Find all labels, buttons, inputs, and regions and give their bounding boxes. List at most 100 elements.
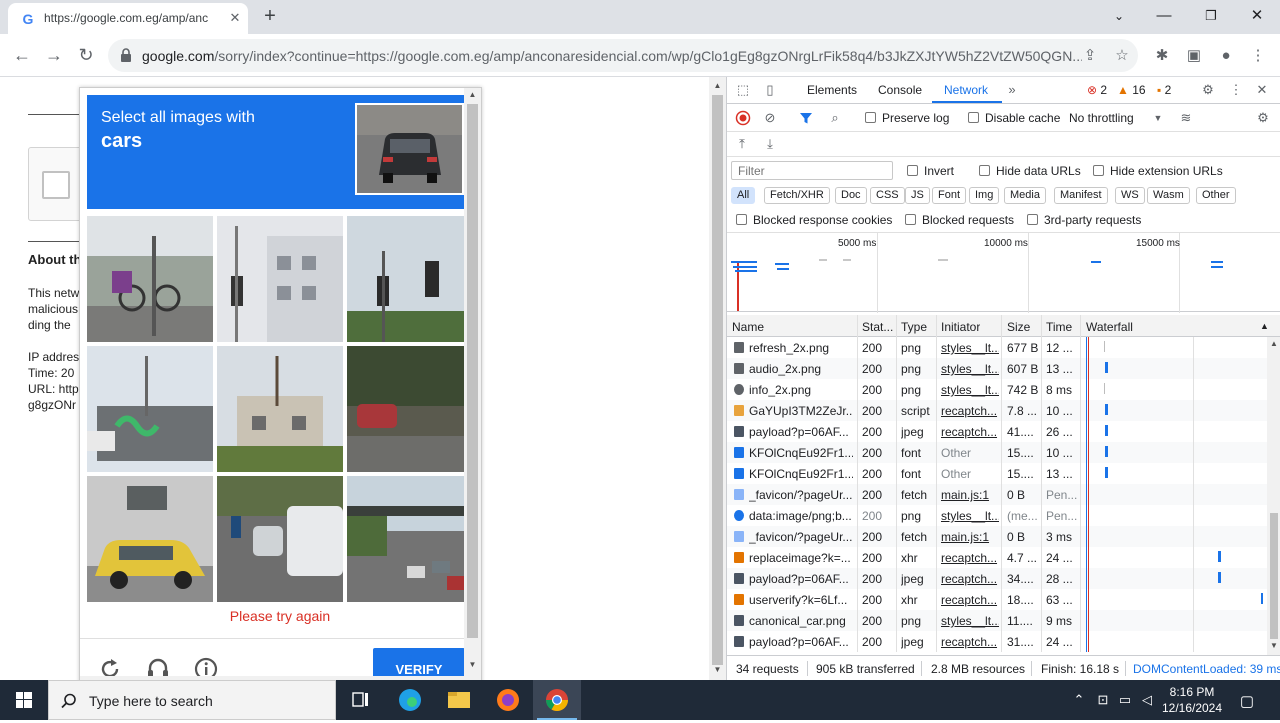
cell-initiator[interactable]: styles__lt... (941, 341, 999, 355)
cell-initiator[interactable]: recaptch... (941, 404, 999, 418)
throttling-select[interactable]: No throttling (1069, 111, 1134, 125)
table-row[interactable]: canonical_car.png 200 png styles__lt... 11..… (727, 610, 1267, 631)
cell-initiator[interactable]: recaptch... (941, 593, 999, 607)
devtools-menu-icon[interactable]: ⋮ (1227, 81, 1245, 99)
task-view-icon[interactable] (336, 680, 384, 720)
challenge-scrollbar[interactable]: ▲ ▼ (464, 88, 481, 683)
type-filter-img[interactable]: Img (969, 187, 1000, 204)
table-row[interactable]: replaceimage?k=... 200 xhr recaptch... 4.7 .… (727, 547, 1267, 568)
table-row[interactable]: refresh_2x.png 200 png styles__lt... 677 B 12… (727, 337, 1267, 358)
cell-initiator[interactable]: styles__lt... (941, 383, 999, 397)
scroll-up-arrow-icon[interactable]: ▲ (1267, 337, 1280, 351)
scrollbar-thumb[interactable] (1270, 513, 1278, 639)
network-overview-timeline[interactable]: 5000 ms 10000 ms 15000 ms (727, 232, 1280, 313)
type-filter-manifest[interactable]: Manifest (1054, 187, 1108, 204)
side-panel-icon[interactable]: ▣ (1184, 46, 1204, 66)
scroll-up-arrow-icon[interactable]: ▲ (464, 88, 481, 102)
column-name[interactable]: Name (732, 320, 764, 334)
preserve-log-checkbox[interactable] (865, 112, 876, 123)
new-tab-icon[interactable]: + (258, 5, 282, 29)
show-hidden-icons-chevron-icon[interactable]: ⌃ (1070, 692, 1088, 708)
network-conditions-wifi-icon[interactable]: ≋ (1177, 109, 1195, 127)
table-row[interactable]: audio_2x.png 200 png styles__lt... 607 B 13 .… (727, 358, 1267, 379)
column-status[interactable]: Stat... (862, 320, 894, 334)
back-icon[interactable]: ← (10, 43, 34, 67)
device-toolbar-icon[interactable]: ▯ (761, 81, 779, 99)
tile-bicycles[interactable] (87, 216, 213, 342)
windows-start-icon[interactable] (0, 680, 48, 720)
scroll-up-arrow-icon[interactable]: ▲ (709, 79, 726, 93)
table-row[interactable]: payload?p=06AF... 200 jpeg recaptch... 34...… (727, 568, 1267, 589)
tile-bridge-traffic[interactable] (347, 476, 473, 602)
scroll-down-arrow-icon[interactable]: ▼ (709, 663, 726, 677)
table-row[interactable]: KFOlCnqEu92Fr1... 200 font Other 15.... 10 ..… (727, 442, 1267, 463)
taskbar-search-box[interactable]: Type here to search (48, 680, 336, 720)
forward-icon[interactable]: → (42, 43, 66, 67)
firefox-icon[interactable] (484, 680, 532, 720)
cell-initiator[interactable]: Other (941, 467, 999, 481)
column-waterfall[interactable]: Waterfall (1086, 320, 1133, 334)
search-icon[interactable]: ⌕ (826, 109, 844, 127)
tile-red-car-trees[interactable] (347, 346, 473, 472)
taskbar-clock[interactable]: 8:16 PM 12/16/2024 (1160, 684, 1224, 716)
type-filter-ws[interactable]: WS (1115, 187, 1145, 204)
menu-kebab-icon[interactable]: ⋮ (1248, 46, 1268, 66)
table-row[interactable]: GaYUpI3TM2ZeJr... 200 script recaptch... 7.8… (727, 400, 1267, 421)
cell-initiator[interactable]: recaptch... (941, 551, 999, 565)
cell-initiator[interactable]: main.js:1 (941, 530, 999, 544)
battery-plug-icon[interactable]: ⊡ (1094, 692, 1112, 708)
share-icon[interactable]: ⇪ (1080, 46, 1100, 66)
table-row[interactable]: payload?p=06AF... 200 jpeg recaptch... 41...… (727, 421, 1267, 442)
address-bar[interactable]: google.com/sorry/index?continue=https://… (108, 39, 1138, 72)
table-row[interactable]: _favicon/?pageUr... 200 fetch main.js:1 0 B P… (727, 484, 1267, 505)
blocked-response-cookies-checkbox[interactable] (736, 214, 747, 225)
type-filter-js[interactable]: JS (905, 187, 930, 204)
settings-gear-icon[interactable]: ⚙ (1199, 81, 1217, 99)
chrome-icon[interactable] (533, 680, 581, 720)
cell-initiator[interactable]: styles__lt... (941, 614, 999, 628)
edge-browser-icon[interactable] (386, 680, 434, 720)
disable-cache-checkbox[interactable] (968, 112, 979, 123)
type-filter-wasm[interactable]: Wasm (1147, 187, 1190, 204)
throttling-dropdown-icon[interactable]: ▼ (1149, 109, 1167, 127)
type-filter-all[interactable]: All (731, 187, 756, 204)
cell-initiator[interactable]: recaptch... (941, 635, 999, 649)
bookmark-star-icon[interactable]: ☆ (1112, 46, 1132, 66)
tile-traffic-light-building[interactable] (217, 216, 343, 342)
scroll-down-arrow-icon[interactable]: ▼ (464, 658, 481, 672)
type-filter-media[interactable]: Media (1004, 187, 1046, 204)
filter-input[interactable] (731, 161, 893, 180)
tab-console[interactable]: Console (878, 83, 922, 97)
error-count-badge[interactable]: ⊗ 2 (1087, 83, 1107, 97)
import-har-icon[interactable]: ⤒ (733, 135, 751, 153)
more-tabs-chevron-icon[interactable]: » (1003, 81, 1021, 99)
tab-search-chevron-icon[interactable]: ⌄ (1105, 4, 1133, 28)
page-scrollbar[interactable]: ▲ ▼ (709, 77, 726, 680)
scrollbar-thumb[interactable] (467, 104, 478, 638)
tile-taxi[interactable] (87, 476, 213, 602)
column-size[interactable]: Size (1007, 320, 1030, 334)
third-party-requests-checkbox[interactable] (1027, 214, 1038, 225)
close-devtools-icon[interactable]: ✕ (1253, 81, 1271, 99)
sort-ascending-icon[interactable]: ▲ (1260, 321, 1269, 331)
notifications-icon[interactable]: ▢ (1238, 692, 1256, 710)
issues-count-badge[interactable]: ▪ 2 (1157, 83, 1171, 97)
warning-count-badge[interactable]: ▲ 16 (1117, 83, 1146, 97)
invert-checkbox[interactable] (907, 165, 918, 176)
restore-icon[interactable]: ❐ (1197, 4, 1225, 28)
extensions-puzzle-icon[interactable]: ✱ (1152, 46, 1172, 66)
tab-elements[interactable]: Elements (807, 83, 857, 97)
scroll-down-arrow-icon[interactable]: ▼ (1267, 639, 1280, 653)
cell-initiator[interactable]: Other (941, 446, 999, 460)
stop-recording-icon[interactable] (735, 110, 751, 126)
table-row[interactable]: userverify?k=6Lf... 200 xhr recaptch... 18..… (727, 589, 1267, 610)
inspect-element-icon[interactable]: ⬚ (734, 81, 752, 99)
reload-icon[interactable]: ↻ (74, 43, 98, 67)
network-settings-gear-icon[interactable]: ⚙ (1254, 109, 1272, 127)
network-icon[interactable]: ▭ (1116, 692, 1134, 708)
type-filter-other[interactable]: Other (1196, 187, 1236, 204)
hide-data-urls-checkbox[interactable] (979, 165, 990, 176)
close-window-icon[interactable]: ✕ (1243, 4, 1271, 28)
column-time[interactable]: Time (1046, 320, 1072, 334)
cell-initiator[interactable]: recaptch... (941, 425, 999, 439)
